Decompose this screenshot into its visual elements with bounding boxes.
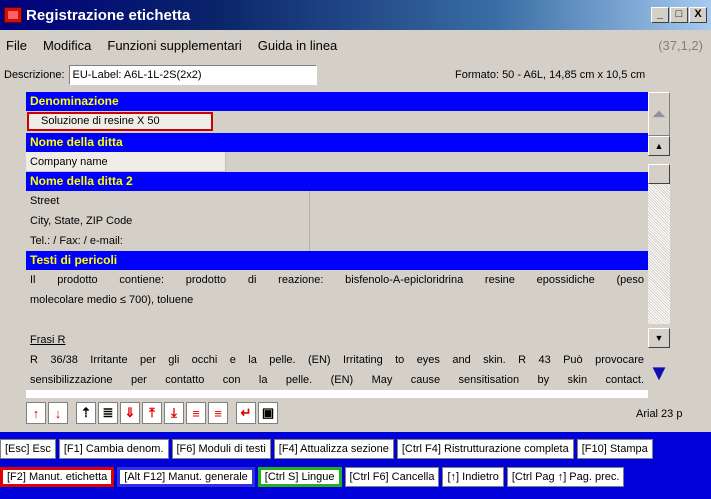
label-editor-area: Denominazione Soluzione di resine X 50 N… — [26, 92, 648, 398]
description-label: Descrizione: — [4, 69, 65, 81]
title-bar: Registrazione etichetta _ □ X — [0, 0, 711, 30]
insert-above-icon[interactable]: ⇡ — [76, 402, 96, 424]
company-name-field[interactable]: Company name — [26, 152, 226, 172]
scroll-bottom-icon[interactable]: ▼ — [648, 350, 670, 396]
hazard-text-block[interactable]: Il prodotto contiene: prodotto di reazio… — [26, 270, 648, 390]
section-header-nome-ditta: Nome della ditta — [26, 133, 648, 152]
denomination-field[interactable]: Soluzione di resine X 50 — [27, 112, 213, 131]
text-modules-button[interactable]: [F6] Moduli di testi — [171, 439, 271, 459]
scroll-top-icon[interactable]: ⏶ — [648, 92, 670, 136]
description-input[interactable]: EU-Label: A6L-1L-2S(2x2) — [68, 65, 317, 85]
scroll-up-button[interactable]: ▲ — [648, 136, 670, 156]
move-block-down-icon[interactable]: ⇓ — [120, 402, 140, 424]
app-icon — [4, 7, 22, 23]
print-button[interactable]: [F10] Stampa — [576, 439, 653, 459]
general-maintenance-button[interactable]: [Alt F12] Manut. generale — [117, 467, 255, 487]
scroll-track[interactable] — [648, 184, 670, 324]
format-info: Formato: 50 - A6L, 14,85 cm x 10,5 cm — [455, 69, 646, 81]
list-icon[interactable]: ≣ — [98, 402, 118, 424]
delete-row-icon[interactable]: ≡ — [208, 402, 228, 424]
change-denomination-button[interactable]: [F1] Cambia denom. — [58, 439, 169, 459]
print-preview-icon[interactable]: ▣ — [258, 402, 278, 424]
menu-guida-in-linea[interactable]: Guida in linea — [258, 38, 338, 53]
back-button[interactable]: [↑] Indietro — [442, 467, 504, 487]
return-icon[interactable]: ↵ — [236, 402, 256, 424]
languages-button[interactable]: [Ctrl S] Lingue — [257, 467, 342, 487]
label-maintenance-button[interactable]: [F2] Manut. etichetta — [0, 467, 115, 487]
menu-funzioni-supplementari[interactable]: Funzioni supplementari — [107, 38, 241, 53]
street-field[interactable]: Street — [26, 191, 309, 211]
section-header-denominazione: Denominazione — [26, 92, 648, 111]
insert-row-icon[interactable]: ≡ — [186, 402, 206, 424]
font-info: Arial 23 p — [636, 408, 683, 420]
move-to-top-icon[interactable]: ⤒ — [142, 402, 162, 424]
update-section-button[interactable]: [F4] Attualizza sezione — [273, 439, 394, 459]
function-keys-row-1: [Esc] Esc [F1] Cambia denom. [F6] Moduli… — [0, 438, 656, 460]
menu-modifica[interactable]: Modifica — [43, 38, 91, 53]
vertical-scrollbar[interactable]: ⏶ ▲ ▼ ▼ — [648, 92, 670, 398]
close-button[interactable]: X — [689, 7, 707, 23]
section-header-testi-pericoli: Testi di pericoli — [26, 251, 648, 270]
minimize-button[interactable]: _ — [651, 7, 669, 23]
move-down-icon[interactable]: ↓ — [48, 402, 68, 424]
delete-button[interactable]: [Ctrl F6] Cancella — [344, 467, 440, 487]
editor-toolbar: ↑ ↓ ⇡ ≣ ⇓ ⤒ ⤓ ≡ ≡ ↵ ▣ — [26, 402, 278, 426]
label-registration-window: Registrazione etichetta _ □ X File Modif… — [0, 0, 711, 432]
maximize-button[interactable]: □ — [670, 7, 688, 23]
city-field[interactable]: City, State, ZIP Code — [26, 211, 309, 231]
hazard-line-2: molecolare medio ≤ 700), toluene — [30, 294, 194, 306]
hazard-line-1: Il prodotto contiene: prodotto di reazio… — [30, 274, 644, 286]
window-title: Registrazione etichetta — [26, 6, 191, 24]
r-phrases-heading: Frasi R — [30, 334, 66, 346]
description-row: Descrizione: EU-Label: A6L-1L-2S(2x2) Fo… — [0, 64, 711, 86]
scroll-down-button[interactable]: ▼ — [648, 328, 670, 348]
previous-page-button[interactable]: [Ctrl Pag ↑] Pag. prec. — [506, 467, 625, 487]
r-phrase-line-2: sensibilizzazione per contatto con la pe… — [30, 374, 644, 386]
function-keys-row-2: [F2] Manut. etichetta [Alt F12] Manut. g… — [0, 466, 627, 488]
menu-file[interactable]: File — [6, 38, 27, 53]
cursor-coordinates: (37,1,2) — [658, 37, 703, 53]
full-restructure-button[interactable]: [Ctrl F4] Ristrutturazione completa — [396, 439, 574, 459]
menu-bar: File Modifica Funzioni supplementari Gui… — [0, 30, 711, 60]
r-phrase-line-1: R 36/38 Irritante per gli occhi e la pel… — [30, 354, 644, 366]
move-to-bottom-icon[interactable]: ⤓ — [164, 402, 184, 424]
move-up-icon[interactable]: ↑ — [26, 402, 46, 424]
scroll-thumb[interactable] — [648, 164, 670, 184]
section-header-nome-ditta-2: Nome della ditta 2 — [26, 172, 648, 191]
esc-key-button[interactable]: [Esc] Esc — [0, 439, 56, 459]
contact-field[interactable]: Tel.: / Fax: / e-mail: — [26, 231, 309, 251]
